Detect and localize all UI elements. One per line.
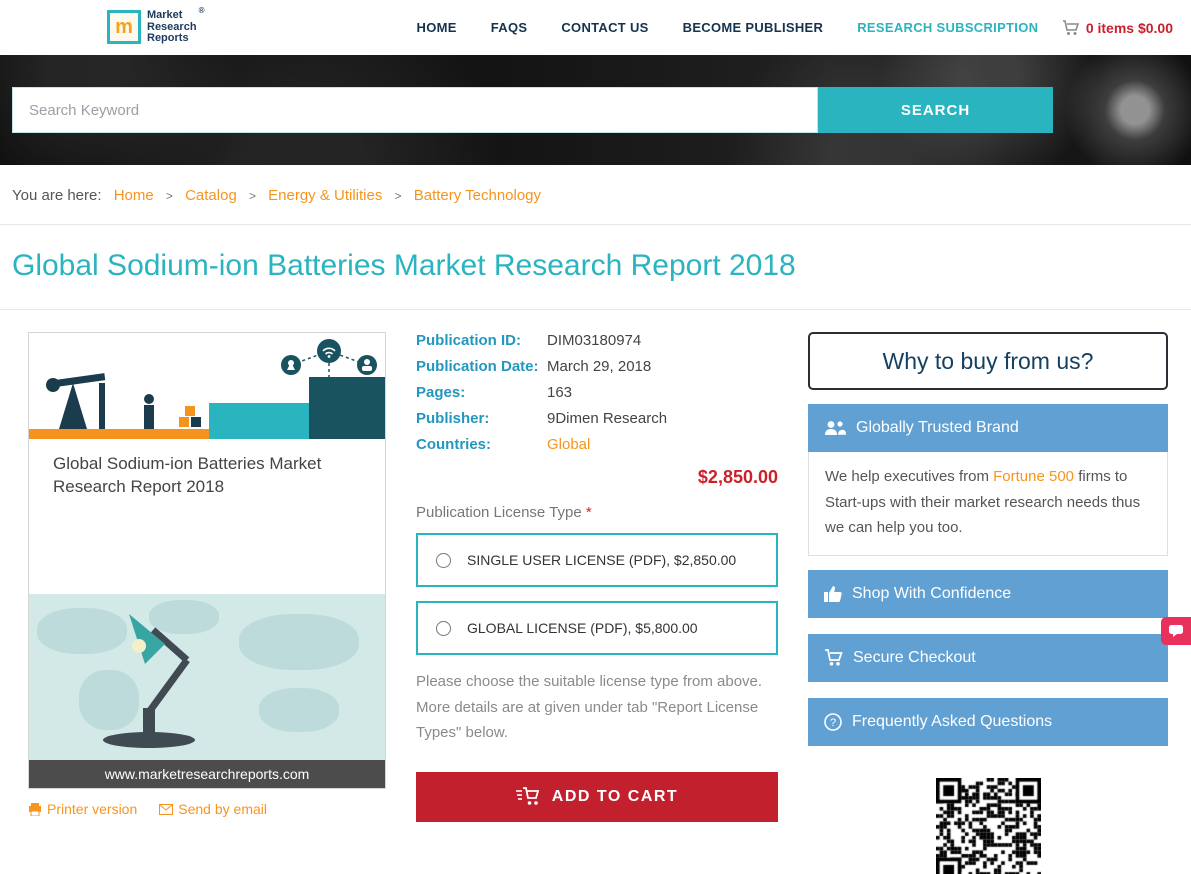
benefit-faq[interactable]: ? Frequently Asked Questions [808, 697, 1168, 746]
nav-research-subscription[interactable]: RESEARCH SUBSCRIPTION [857, 20, 1038, 35]
benefit-globally-trusted[interactable]: Globally Trusted Brand [808, 404, 1168, 452]
why-buy-title: Why to buy from us? [808, 332, 1168, 390]
report-cover-image: Global Sodium-ion Batteries Market Resea… [28, 332, 386, 789]
logo-line3: Reports [147, 32, 189, 45]
license-type-label: Publication License Type * [416, 504, 778, 521]
logo-line1: Market [147, 9, 183, 22]
product-details-column: Publication ID: DIM03180974 Publication … [416, 332, 778, 874]
benefit-secure-checkout[interactable]: Secure Checkout [808, 633, 1168, 682]
license-note: Please choose the suitable license type … [416, 673, 763, 741]
hero-search-band: SEARCH [0, 55, 1191, 165]
nav-contact-us[interactable]: CONTACT US [561, 20, 648, 35]
breadcrumb: You are here: Home > Catalog > Energy & … [0, 165, 1191, 225]
required-asterisk: * [585, 504, 592, 521]
meta-label: Publication Date: [416, 358, 539, 375]
trusted-text-before: We help executives from [825, 468, 994, 485]
meta-label: Countries: [416, 436, 491, 453]
meta-row-publisher: Publisher: 9Dimen Research [416, 410, 778, 427]
publication-date-value: March 29, 2018 [547, 358, 652, 375]
site-logo[interactable]: m ® Market Research Reports [107, 6, 205, 45]
single-user-license-label: SINGLE USER LICENSE (PDF), $2,850.00 [467, 552, 737, 568]
chat-icon [1169, 625, 1183, 637]
cover-title: Global Sodium-ion Batteries Market Resea… [53, 454, 322, 496]
countries-global-link[interactable]: Global [547, 436, 590, 453]
nav-become-publisher[interactable]: BECOME PUBLISHER [683, 20, 824, 35]
meta-row-countries: Countries: Global [416, 436, 778, 453]
breadcrumb-energy-utilities[interactable]: Energy & Utilities [268, 187, 382, 204]
product-image-column: Global Sodium-ion Batteries Market Resea… [28, 332, 386, 874]
cart-icon [825, 649, 843, 666]
single-user-license-radio[interactable] [436, 552, 451, 568]
benefit-label: Secure Checkout [853, 648, 976, 666]
logo-registered-mark: ® [198, 6, 205, 16]
nav-home[interactable]: HOME [417, 20, 457, 35]
breadcrumb-prefix: You are here: [12, 187, 102, 204]
meta-row-pages: Pages: 163 [416, 384, 778, 401]
cart-count-label: 0 items $0.00 [1085, 19, 1173, 36]
license-option-single-user[interactable]: SINGLE USER LICENSE (PDF), $2,850.00 [416, 533, 778, 587]
fortune-500-link[interactable]: Fortune 500 [993, 468, 1074, 485]
cover-site-url: www.marketresearchreports.com [29, 760, 385, 788]
main-nav: HOME FAQS CONTACT US BECOME PUBLISHER RE… [417, 20, 1039, 35]
search-button[interactable]: SEARCH [818, 87, 1053, 133]
send-by-email-label: Send by email [178, 801, 267, 817]
page-title: Global Sodium-ion Batteries Market Resea… [12, 249, 796, 282]
qr-code [935, 777, 1041, 874]
logo-mark-icon: m [107, 10, 141, 45]
add-to-cart-button[interactable]: ADD TO CART [416, 771, 778, 822]
meta-label: Pages: [416, 384, 466, 401]
svg-text:?: ? [830, 717, 836, 729]
product-price: $2,850.00 [697, 467, 778, 487]
benefit-label: Globally Trusted Brand [856, 419, 1019, 436]
meta-label: Publisher: [416, 410, 490, 427]
nav-faqs[interactable]: FAQS [491, 20, 528, 35]
cover-illustration [29, 333, 385, 439]
share-actions: Printer version Send by email [28, 801, 386, 817]
pages-value: 163 [547, 384, 573, 401]
breadcrumb-separator: > [248, 189, 256, 203]
desk-lamp-icon [103, 614, 195, 748]
printer-icon [29, 802, 41, 816]
question-icon: ? [824, 712, 842, 731]
send-by-email-link[interactable]: Send by email [159, 801, 267, 817]
meta-label: Publication ID: [416, 332, 521, 349]
cart-icon [1062, 19, 1079, 35]
benefit-label: Frequently Asked Questions [852, 712, 1053, 730]
breadcrumb-battery-technology[interactable]: Battery Technology [414, 187, 541, 204]
qr-wrap [808, 777, 1168, 874]
add-to-cart-icon [515, 787, 539, 805]
breadcrumb-catalog[interactable]: Catalog [185, 187, 237, 204]
search-input[interactable] [12, 87, 818, 133]
breadcrumb-home[interactable]: Home [114, 187, 154, 204]
benefit-shop-with-confidence[interactable]: Shop With Confidence [808, 569, 1168, 618]
license-type-text: Publication License Type [416, 504, 582, 521]
header-cart[interactable]: 0 items $0.00 [1062, 20, 1173, 36]
cover-map-area [29, 594, 385, 760]
search-row: SEARCH [12, 87, 1053, 133]
trusted-brand-text: We help executives from Fortune 500 firm… [808, 452, 1168, 556]
meta-row-publication-id: Publication ID: DIM03180974 [416, 332, 778, 349]
benefit-label: Shop With Confidence [852, 584, 1012, 602]
global-license-radio[interactable] [436, 620, 451, 636]
live-chat-button[interactable] [1161, 617, 1191, 645]
printer-version-label: Printer version [47, 801, 138, 817]
thumbs-up-icon [824, 586, 842, 602]
meta-row-publication-date: Publication Date: March 29, 2018 [416, 358, 778, 375]
main-content: Global Sodium-ion Batteries Market Resea… [0, 310, 1191, 874]
publication-id-value: DIM03180974 [547, 332, 642, 349]
add-to-cart-label: ADD TO CART [551, 787, 679, 805]
breadcrumb-separator: > [394, 189, 402, 203]
printer-version-link[interactable]: Printer version [28, 801, 137, 817]
top-bar: m ® Market Research Reports HOME FAQS CO… [0, 0, 1191, 55]
title-band: Global Sodium-ion Batteries Market Resea… [0, 225, 1191, 310]
why-buy-column: Why to buy from us? Globally Trusted Bra… [808, 332, 1168, 874]
industry-illustration-icon [29, 339, 385, 439]
publisher-value: 9Dimen Research [547, 410, 668, 427]
global-license-label: GLOBAL LICENSE (PDF), $5,800.00 [467, 620, 698, 636]
users-icon [825, 421, 846, 435]
email-icon [159, 803, 174, 815]
logo-text: ® Market Research Reports [147, 6, 205, 45]
breadcrumb-separator: > [165, 189, 173, 203]
license-option-global[interactable]: GLOBAL LICENSE (PDF), $5,800.00 [416, 601, 778, 655]
